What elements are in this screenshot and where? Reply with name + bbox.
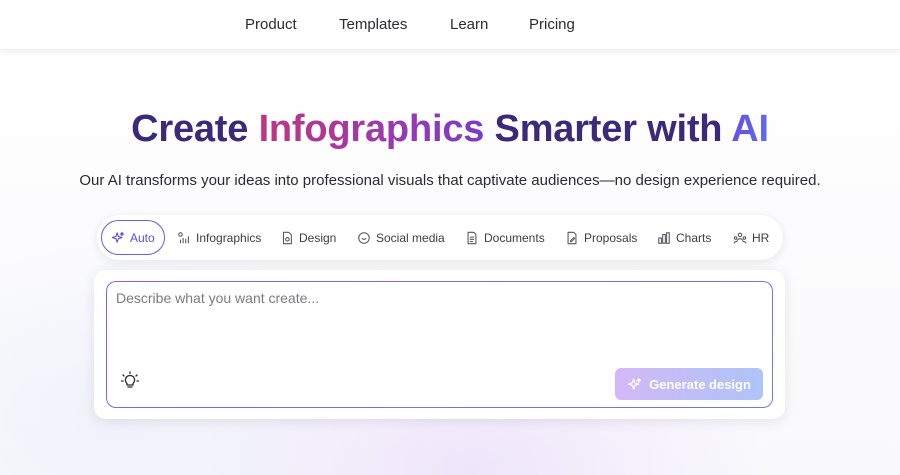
page: Product Templates Learn Pricing Create I… xyxy=(0,0,900,475)
lightbulb-icon xyxy=(120,371,140,388)
tab-hr[interactable]: HR xyxy=(733,220,769,255)
tab-auto[interactable]: Auto xyxy=(101,220,165,255)
generate-design-button[interactable]: Generate design xyxy=(615,368,763,400)
prompt-input[interactable] xyxy=(116,290,756,350)
generate-label: Generate design xyxy=(649,376,751,392)
tab-label: HR xyxy=(752,230,770,245)
infographic-icon xyxy=(178,231,189,243)
bar-chart-icon xyxy=(658,231,670,244)
tab-design[interactable]: Design xyxy=(280,220,336,255)
nav-link-learn[interactable]: Learn xyxy=(450,16,488,33)
sparkle-icon xyxy=(627,377,642,390)
hero-title-part: Create xyxy=(131,108,259,150)
nav-link-product[interactable]: Product xyxy=(245,16,297,33)
tab-label: Infographics xyxy=(196,230,262,245)
tab-label: Social media xyxy=(376,230,445,245)
top-navigation: Product Templates Learn Pricing xyxy=(0,0,900,50)
tab-social-media[interactable]: Social media xyxy=(357,220,445,255)
tab-documents[interactable]: Documents xyxy=(465,220,545,255)
sparkle-icon xyxy=(111,231,125,243)
tab-proposals[interactable]: Proposals xyxy=(565,220,637,255)
design-icon xyxy=(282,231,292,244)
people-icon xyxy=(733,232,747,244)
tab-label: Design xyxy=(299,230,337,245)
tab-label: Auto xyxy=(130,230,155,245)
idea-button[interactable] xyxy=(120,371,140,391)
proposal-icon xyxy=(567,231,577,244)
prompt-card: Generate design xyxy=(94,270,785,419)
hero-title-highlight-ai: AI xyxy=(731,108,769,150)
hero-title-highlight: Infographics xyxy=(258,108,485,150)
document-icon xyxy=(467,231,477,244)
tab-infographics[interactable]: Infographics xyxy=(177,220,261,255)
tab-label: Proposals xyxy=(584,230,638,245)
prompt-inner: Generate design xyxy=(107,282,772,407)
prompt-box: Generate design xyxy=(106,281,773,408)
nav-link-templates[interactable]: Templates xyxy=(339,16,407,33)
tab-charts[interactable]: Charts xyxy=(657,220,711,255)
tab-label: Documents xyxy=(484,230,545,245)
hero-title-part: Smarter with xyxy=(484,108,732,150)
chat-bubble-icon xyxy=(358,231,370,244)
hero-subtitle: Our AI transforms your ideas into profes… xyxy=(79,172,821,189)
category-tabs: Auto Infographics Design Social media Do… xyxy=(97,215,783,260)
hero-title: Create Infographics Smarter with AI xyxy=(0,108,900,151)
nav-link-pricing[interactable]: Pricing xyxy=(529,16,575,33)
tab-label: Charts xyxy=(676,230,712,245)
